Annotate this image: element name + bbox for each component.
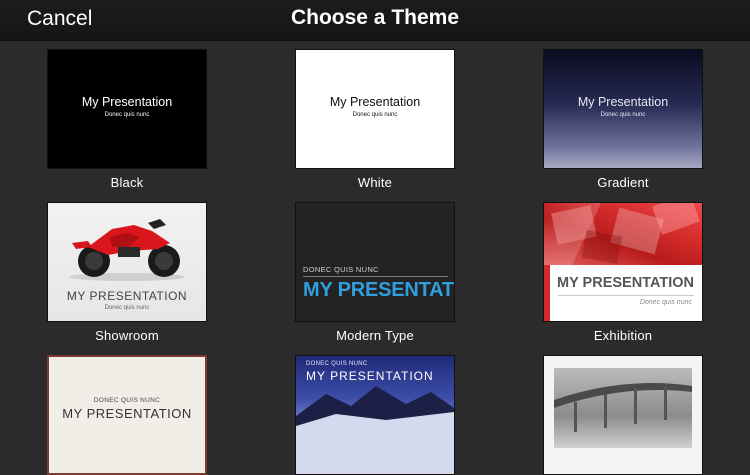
theme-showroom[interactable]: MY PRESENTATION Donec quis nunc Showroom (47, 202, 207, 343)
theme-modern-type[interactable]: DONEC QUIS NUNC MY PRESENTATION Modern T… (295, 202, 455, 343)
thumbnail-title: My Presentation (81, 95, 173, 109)
bridge-image (554, 383, 692, 432)
divider (303, 276, 448, 277)
theme-thumbnail[interactable] (543, 355, 703, 475)
thumbnail-title: MY PRESENTATION (303, 279, 454, 301)
thumbnail-subtitle: DONEC QUIS NUNC (303, 265, 379, 274)
theme-exhibition[interactable]: MY PRESENTATION Donec quis nunc Exhibiti… (543, 202, 703, 343)
page-title: Choose a Theme (290, 6, 460, 29)
thumbnail-title: MY PRESENTATION (557, 275, 694, 291)
theme-label: Black (110, 175, 144, 190)
theme-gradient[interactable]: My Presentation Donec quis nunc Gradient (543, 49, 703, 190)
theme-paper[interactable]: DONEC QUIS NUNC MY PRESENTATION (47, 355, 207, 475)
theme-thumbnail[interactable]: DONEC QUIS NUNC MY PRESENTATION (47, 355, 207, 475)
theme-label: Showroom (95, 328, 159, 343)
thumbnail-title: My Presentation (329, 95, 421, 109)
abstract-squares-image (551, 203, 700, 264)
thumbnail-title: MY PRESENTATION (62, 406, 192, 421)
theme-thumbnail[interactable]: My Presentation Donec quis nunc (295, 49, 455, 169)
theme-thumbnail[interactable]: MY PRESENTATION Donec quis nunc (47, 202, 207, 322)
thumbnail-title: MY PRESENTATION (306, 369, 434, 383)
navigation-bar: Cancel Choose a Theme (0, 0, 750, 41)
theme-label: Modern Type (336, 328, 414, 343)
thumbnail-subtitle: Donec quis nunc (639, 299, 692, 306)
thumbnail-subtitle: DONEC QUIS NUNC (306, 361, 368, 367)
thumbnail-title: My Presentation (577, 95, 669, 109)
theme-thumbnail[interactable]: My Presentation Donec quis nunc (543, 49, 703, 169)
theme-black[interactable]: My Presentation Donec quis nunc Black (47, 49, 207, 190)
theme-thumbnail[interactable]: MY PRESENTATION Donec quis nunc (543, 202, 703, 322)
theme-thumbnail[interactable]: DONEC QUIS NUNC MY PRESENTATION (295, 202, 455, 322)
thumbnail-subtitle: Donec quis nunc (104, 305, 150, 311)
theme-photo[interactable]: DONEC QUIS NUNC MY PRESENTATION (295, 355, 455, 475)
thumbnail-subtitle: Donec quis nunc (600, 112, 646, 118)
thumbnail-subtitle: DONEC QUIS NUNC (93, 397, 161, 404)
motorcycle-image (69, 219, 185, 281)
thumbnail-subtitle: Donec quis nunc (352, 112, 398, 118)
theme-label: Gradient (597, 175, 649, 190)
thumbnail-subtitle: Donec quis nunc (104, 112, 150, 118)
theme-label: Exhibition (593, 328, 653, 343)
divider (558, 295, 694, 296)
theme-white[interactable]: My Presentation Donec quis nunc White (295, 49, 455, 190)
accent-bar (544, 265, 550, 321)
theme-label: White (357, 175, 393, 190)
thumbnail-caption-area (544, 265, 702, 321)
thumbnail-title: MY PRESENTATION (66, 289, 188, 303)
theme-thumbnail[interactable]: My Presentation Donec quis nunc (47, 49, 207, 169)
theme-thumbnail[interactable]: DONEC QUIS NUNC MY PRESENTATION (295, 355, 455, 475)
theme-bridge[interactable] (543, 355, 703, 475)
